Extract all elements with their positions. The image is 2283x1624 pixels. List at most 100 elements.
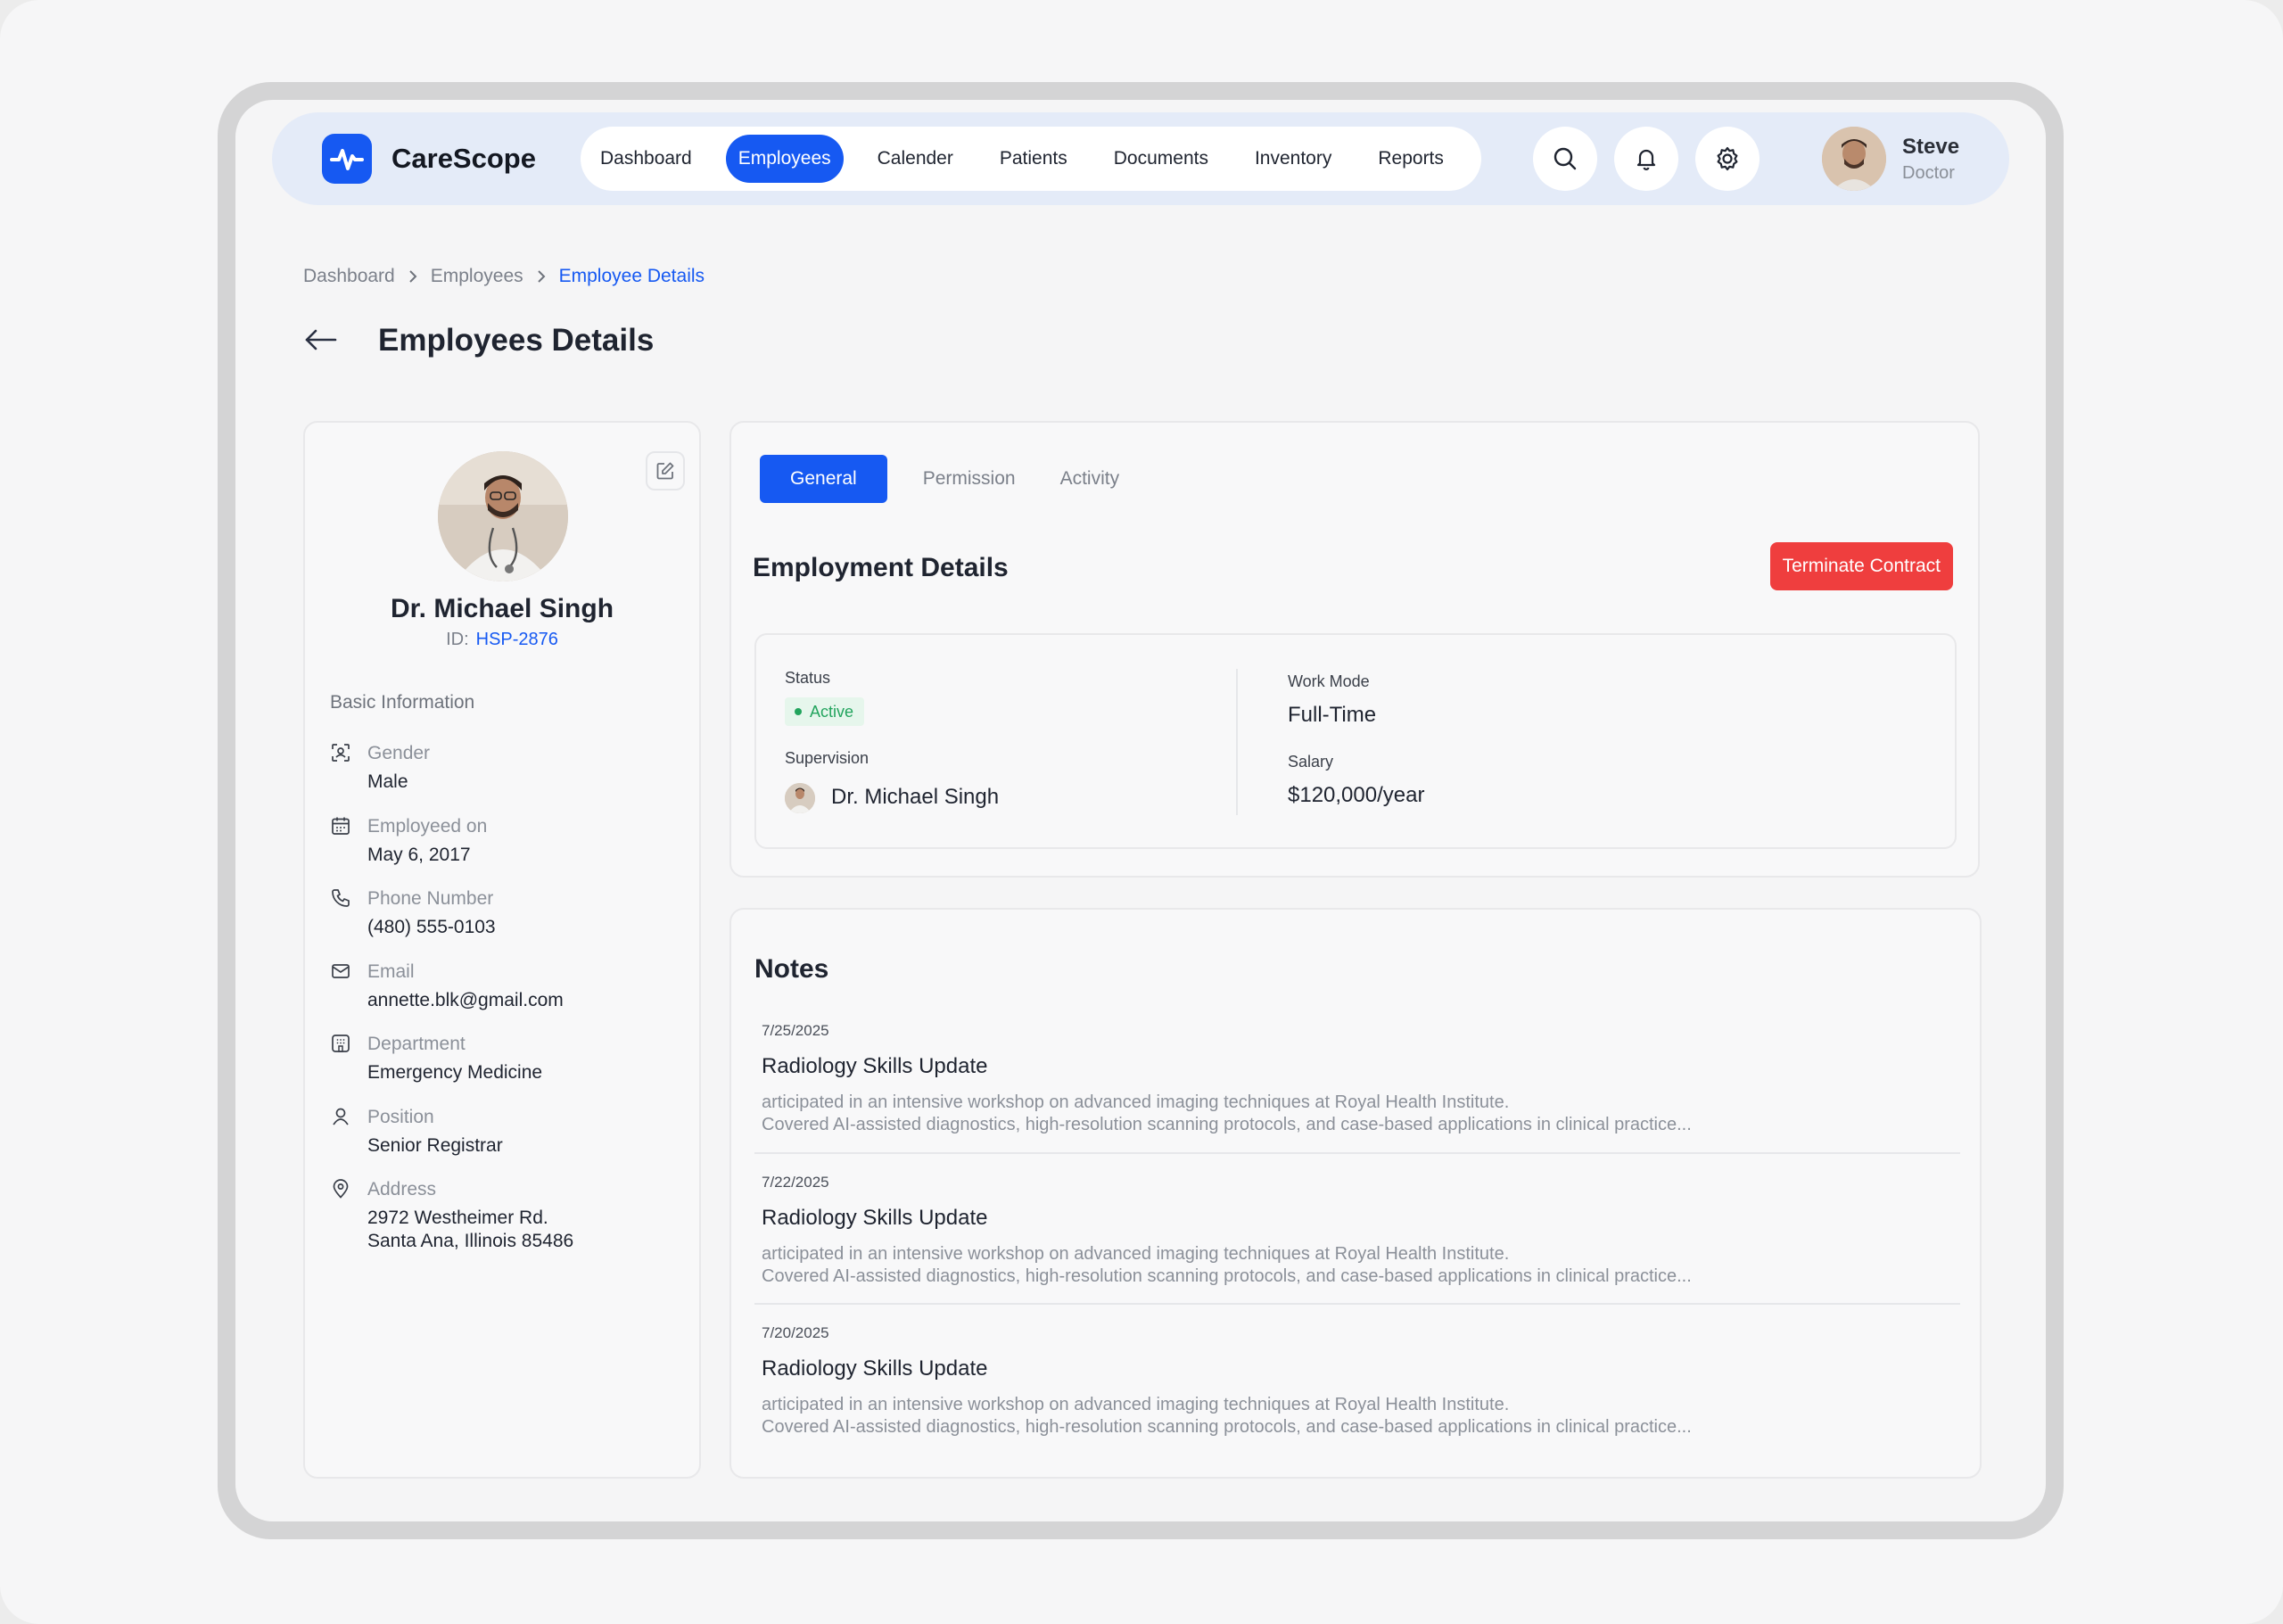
work-mode-value: Full-Time — [1288, 703, 1377, 727]
calendar-icon — [330, 815, 351, 841]
search-icon — [1554, 147, 1577, 170]
basic-info-list: Gender Male Employeed on May 6, 2017 Pho… — [330, 742, 687, 1251]
pulse-logo-icon — [322, 134, 372, 184]
employment-details-box: Status Active Supervision Dr. Michael Si… — [754, 633, 1957, 849]
info-phone-number: Phone Number (480) 555-0103 — [330, 887, 687, 960]
tab-permission[interactable]: Permission — [923, 455, 1016, 503]
logo[interactable]: CareScope — [322, 134, 536, 184]
note-divider — [754, 1152, 1960, 1154]
note-title: Radiology Skills Update — [762, 1206, 988, 1230]
breadcrumb-employee-details: Employee Details — [558, 266, 705, 286]
note-date: 7/20/2025 — [762, 1324, 829, 1341]
salary-value: $120,000/year — [1288, 783, 1425, 807]
user-profile-menu[interactable]: Steve Doctor — [1822, 127, 1959, 191]
note-body-line1: articipated in an intensive workshop on … — [762, 1092, 1510, 1112]
note-body-line2: Covered AI-assisted diagnostics, high-re… — [762, 1417, 1692, 1437]
info-gender: Gender Male — [330, 742, 687, 815]
info-value: (480) 555-0103 — [367, 917, 496, 937]
note-date: 7/22/2025 — [762, 1174, 829, 1191]
employment-card: General Permission Activity Employment D… — [729, 421, 1980, 878]
employee-photo — [438, 451, 568, 581]
employee-id-value[interactable]: HSP-2876 — [476, 630, 558, 649]
gender-icon — [330, 742, 351, 768]
nav-item-inventory[interactable]: Inventory — [1242, 135, 1344, 183]
info-label: Employeed on — [367, 815, 488, 837]
nav-item-patients[interactable]: Patients — [987, 135, 1080, 183]
note-title: Radiology Skills Update — [762, 1054, 988, 1078]
note-body-line1: articipated in an intensive workshop on … — [762, 1244, 1510, 1264]
note-divider — [754, 1303, 1960, 1305]
notifications-button[interactable] — [1614, 127, 1678, 191]
edit-profile-button[interactable] — [646, 451, 685, 490]
page-title: Employees Details — [378, 323, 655, 358]
location-icon — [330, 1178, 351, 1204]
info-value: Emergency Medicine — [367, 1062, 543, 1083]
note-item[interactable]: 7/25/2025 Radiology Skills Update artici… — [762, 1022, 1948, 1174]
supervisor-avatar — [785, 783, 815, 813]
tab-activity[interactable]: Activity — [1060, 455, 1120, 503]
breadcrumb-dashboard[interactable]: Dashboard — [303, 266, 395, 287]
breadcrumb: Dashboard Employees Employee Details — [303, 266, 705, 287]
salary-label: Salary — [1288, 753, 1334, 771]
building-icon — [330, 1033, 351, 1059]
employee-profile-card: Dr. Michael Singh ID: HSP-2876 Basic Info… — [303, 421, 701, 1479]
avatar — [1822, 127, 1886, 191]
info-value: Male — [367, 771, 408, 792]
note-date: 7/25/2025 — [762, 1022, 829, 1039]
nav-item-dashboard[interactable]: Dashboard — [588, 135, 705, 183]
mail-icon — [330, 960, 351, 986]
note-item[interactable]: 7/20/2025 Radiology Skills Update artici… — [762, 1324, 1948, 1476]
info-value: 2972 Westheimer Rd. — [367, 1208, 548, 1228]
status-label: Status — [785, 669, 831, 687]
nav-item-calender[interactable]: Calender — [865, 135, 966, 183]
bell-icon — [1636, 149, 1656, 170]
employee-id-label: ID: — [446, 630, 469, 649]
info-value-line2: Santa Ana, Illinois 85486 — [367, 1231, 574, 1251]
note-body-line2: Covered AI-assisted diagnostics, high-re… — [762, 1266, 1692, 1286]
chevron-right-icon — [536, 268, 547, 284]
supervisor-name[interactable]: Dr. Michael Singh — [831, 785, 999, 810]
nav-item-employees[interactable]: Employees — [725, 135, 844, 183]
search-button[interactable] — [1533, 127, 1597, 191]
info-value[interactable]: annette.blk@gmail.com — [367, 989, 687, 1012]
breadcrumb-employees[interactable]: Employees — [431, 266, 523, 287]
phone-icon — [330, 887, 351, 913]
chevron-right-icon — [408, 268, 418, 284]
info-address: Address 2972 Westheimer Rd. Santa Ana, I… — [330, 1178, 687, 1251]
info-label: Position — [367, 1106, 434, 1127]
info-email: Email annette.blk@gmail.com — [330, 960, 687, 1034]
back-arrow-icon[interactable] — [303, 326, 339, 358]
divider — [1236, 669, 1238, 815]
user-name: Steve — [1902, 134, 1960, 159]
supervision-label: Supervision — [785, 749, 870, 767]
app-screen: CareScope Dashboard Employees Calender P… — [235, 100, 2046, 1521]
note-body-line2: Covered AI-assisted diagnostics, high-re… — [762, 1115, 1692, 1134]
employee-name: Dr. Michael Singh — [390, 594, 614, 623]
user-icon — [330, 1106, 351, 1132]
nav-item-reports[interactable]: Reports — [1365, 135, 1456, 183]
info-label: Email — [367, 960, 415, 982]
employment-details-title: Employment Details — [753, 553, 1009, 582]
nav-item-documents[interactable]: Documents — [1101, 135, 1221, 183]
gear-icon — [1717, 146, 1738, 171]
basic-information-label: Basic Information — [330, 692, 475, 713]
info-label: Phone Number — [367, 888, 494, 909]
detail-tabs: General Permission Activity — [760, 455, 1164, 503]
notes-card: Notes 7/25/2025 Radiology Skills Update … — [729, 908, 1982, 1479]
info-position: Position Senior Registrar — [330, 1106, 687, 1179]
info-department: Department Emergency Medicine — [330, 1033, 687, 1106]
info-value: Senior Registrar — [367, 1134, 503, 1156]
edit-icon — [656, 462, 674, 480]
info-label: Department — [367, 1034, 466, 1054]
app-name: CareScope — [391, 143, 536, 174]
info-label: Gender — [367, 743, 431, 763]
note-title: Radiology Skills Update — [762, 1356, 988, 1381]
settings-button[interactable] — [1695, 127, 1760, 191]
info-value: May 6, 2017 — [367, 844, 471, 865]
terminate-contract-button[interactable]: Terminate Contract — [1769, 542, 1953, 590]
tab-general[interactable]: General — [760, 455, 887, 503]
notes-title: Notes — [754, 954, 829, 984]
info-label: Address — [367, 1179, 437, 1199]
top-navigation-bar: CareScope Dashboard Employees Calender P… — [272, 112, 2009, 205]
user-role: Doctor — [1902, 162, 1955, 183]
